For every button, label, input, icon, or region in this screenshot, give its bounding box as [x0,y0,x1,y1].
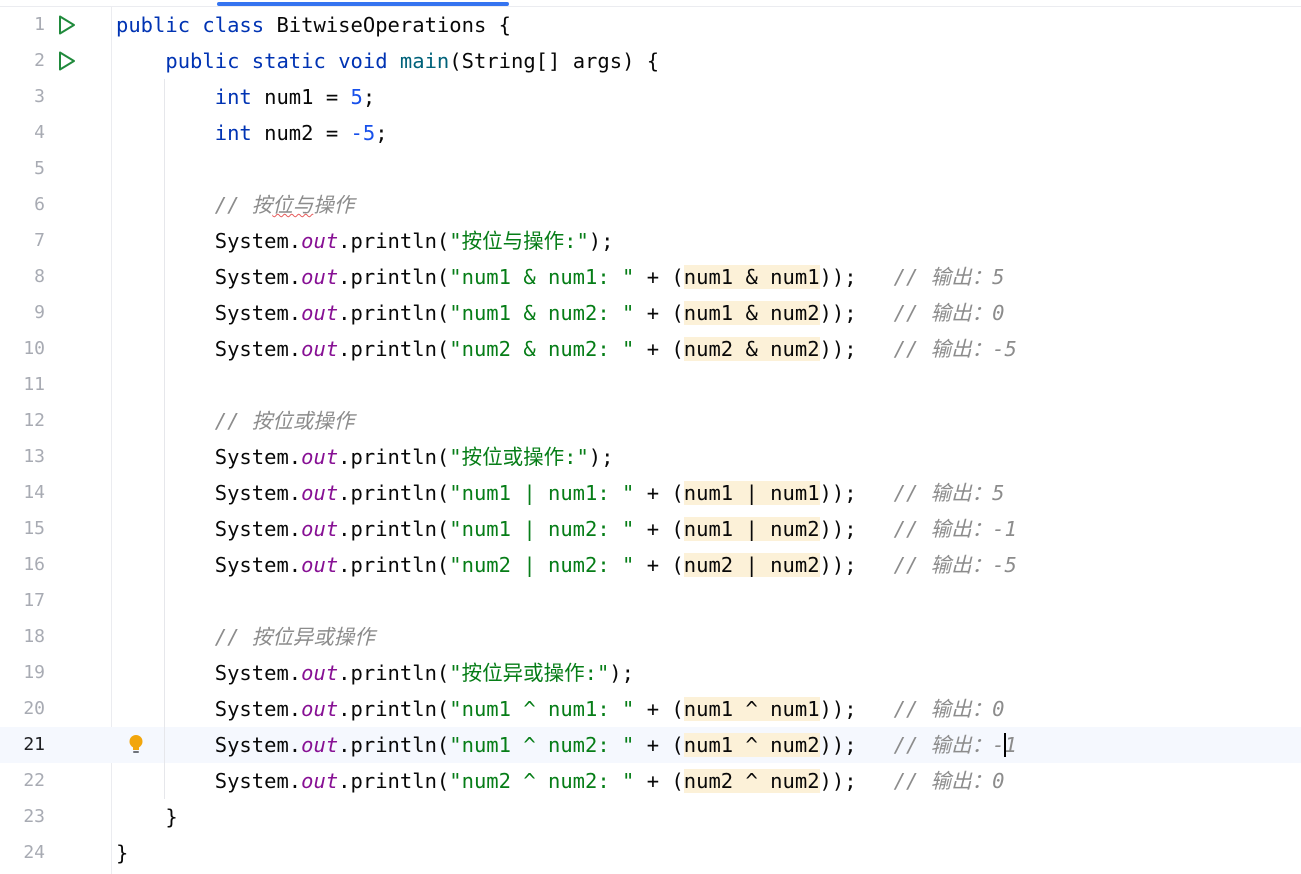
code-line[interactable]: 23 } [0,799,1301,835]
code-line[interactable]: 22 System.out.println("num2 ^ num2: " + … [0,763,1301,799]
code-line[interactable]: 24} [0,835,1301,871]
line-number[interactable]: 20 [0,691,45,727]
code-text[interactable]: int num2 = -5; [116,115,388,151]
code-line[interactable]: 15 System.out.println("num1 | num2: " + … [0,511,1301,547]
code-text[interactable]: // 按位或操作 [116,403,355,439]
code-text[interactable]: System.out.println("num1 & num2: " + (nu… [116,295,1004,331]
code-line[interactable]: 20 System.out.println("num1 ^ num1: " + … [0,691,1301,727]
line-number[interactable]: 13 [0,439,45,475]
line-number[interactable]: 22 [0,763,45,799]
line-number[interactable]: 12 [0,403,45,439]
line-number[interactable]: 11 [0,367,45,403]
code-text[interactable]: System.out.println("num2 & num2: " + (nu… [116,331,1017,367]
code-line[interactable]: 4 int num2 = -5; [0,115,1301,151]
code-line[interactable]: 2 public static void main(String[] args)… [0,43,1301,79]
code-line[interactable]: 3 int num1 = 5; [0,79,1301,115]
code-text[interactable]: } [116,835,128,871]
code-line[interactable]: 7 System.out.println("按位与操作:"); [0,223,1301,259]
code-text[interactable]: System.out.println("按位与操作:"); [116,223,614,259]
code-line[interactable]: 6 // 按位与操作 [0,187,1301,223]
line-number[interactable]: 6 [0,187,45,223]
code-text[interactable]: public class BitwiseOperations { [116,7,511,43]
code-line[interactable]: 14 System.out.println("num1 | num1: " + … [0,475,1301,511]
code-text[interactable]: System.out.println("num1 & num1: " + (nu… [116,259,1004,295]
indent-guide [164,79,165,799]
code-line[interactable]: 8 System.out.println("num1 & num1: " + (… [0,259,1301,295]
code-line[interactable]: 10 System.out.println("num2 & num2: " + … [0,331,1301,367]
line-number[interactable]: 2 [0,43,45,79]
run-gutter-icon[interactable] [55,50,77,72]
code-text[interactable]: System.out.println("num2 | num2: " + (nu… [116,547,1017,583]
line-number[interactable]: 23 [0,799,45,835]
code-line[interactable]: 1 public class BitwiseOperations { [0,7,1301,43]
code-text[interactable]: public static void main(String[] args) { [116,43,659,79]
code-text[interactable]: } [116,799,177,835]
line-number[interactable]: 15 [0,511,45,547]
code-text[interactable]: System.out.println("按位或操作:"); [116,439,614,475]
line-number[interactable]: 16 [0,547,45,583]
code-line[interactable]: 13 System.out.println("按位或操作:"); [0,439,1301,475]
code-line[interactable]: 18 // 按位异或操作 [0,619,1301,655]
code-text[interactable]: System.out.println("num1 | num2: " + (nu… [116,511,1017,547]
code-line[interactable]: 5 [0,151,1301,187]
text-caret [1004,733,1007,757]
line-number[interactable]: 17 [0,583,45,619]
code-editor[interactable]: 1 public class BitwiseOperations {2 publi… [0,0,1301,874]
code-text[interactable]: System.out.println("num1 ^ num2: " + (nu… [116,727,1017,763]
code-line[interactable]: 17 [0,583,1301,619]
code-text[interactable]: int num1 = 5; [116,79,375,115]
code-text[interactable]: System.out.println("num1 | num1: " + (nu… [116,475,1004,511]
line-number[interactable]: 18 [0,619,45,655]
line-number[interactable]: 1 [0,7,45,43]
code-text[interactable]: System.out.println("num1 ^ num1: " + (nu… [116,691,1004,727]
line-number[interactable]: 10 [0,331,45,367]
line-number[interactable]: 21 [0,727,45,763]
line-number[interactable]: 3 [0,79,45,115]
line-number[interactable]: 4 [0,115,45,151]
code-text[interactable]: // 按位与操作 [116,187,355,223]
line-number[interactable]: 7 [0,223,45,259]
line-number[interactable]: 19 [0,655,45,691]
code-line[interactable]: 16 System.out.println("num2 | num2: " + … [0,547,1301,583]
code-line[interactable]: 11 [0,367,1301,403]
run-gutter-icon[interactable] [55,14,77,36]
code-text[interactable]: System.out.println("num2 ^ num2: " + (nu… [116,763,1004,799]
code-line[interactable]: 12 // 按位或操作 [0,403,1301,439]
code-line[interactable]: 19 System.out.println("按位异或操作:"); [0,655,1301,691]
code-text[interactable]: // 按位异或操作 [116,619,375,655]
line-number[interactable]: 8 [0,259,45,295]
line-number[interactable]: 9 [0,295,45,331]
code-line[interactable]: 21 System.out.println("num1 ^ num2: " + … [0,727,1301,763]
line-number[interactable]: 5 [0,151,45,187]
line-number[interactable]: 24 [0,835,45,871]
code-text[interactable]: System.out.println("按位异或操作:"); [116,655,634,691]
line-number[interactable]: 14 [0,475,45,511]
code-line[interactable]: 9 System.out.println("num1 & num2: " + (… [0,295,1301,331]
